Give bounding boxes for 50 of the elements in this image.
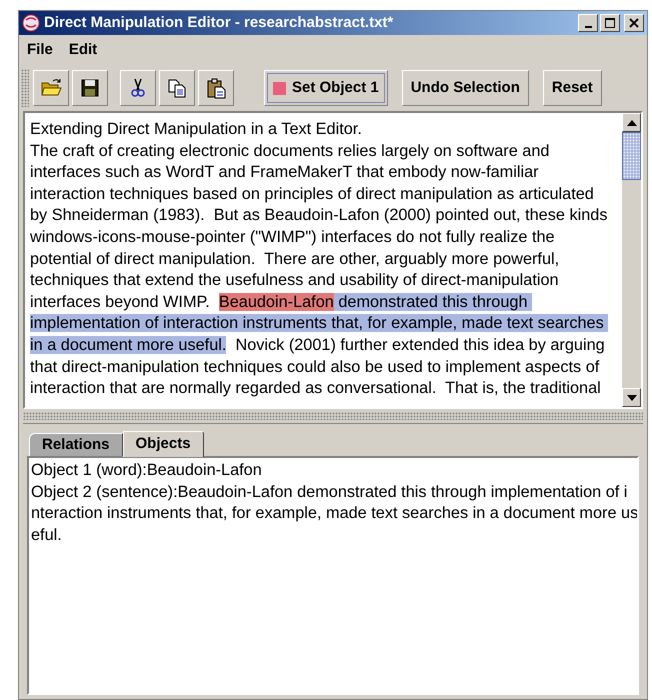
- selected-sentence: in a document more useful.: [30, 336, 226, 354]
- maximize-button[interactable]: [600, 14, 620, 32]
- selected-sentence: demonstrated this through: [334, 292, 532, 311]
- copy-button[interactable]: [159, 70, 195, 106]
- selected-sentence: implementation of interaction instruments that, for example, made text searches: [30, 314, 608, 332]
- clipboard-icon: [205, 77, 227, 99]
- selected-word: Beaudoin-Lafon: [218, 292, 334, 311]
- tab[interactable]: Relations: [29, 433, 123, 456]
- scroll-down-button[interactable]: [622, 388, 641, 407]
- folder-button[interactable]: [33, 70, 69, 106]
- editor-text: interaction that are normally regarded as conversational. That is, the traditional: [30, 379, 601, 398]
- menu-item[interactable]: Edit: [62, 38, 104, 62]
- object-entry-text: Object 1 (word):Beaudoin-Lafon: [31, 460, 262, 481]
- maximize-icon: [605, 18, 615, 28]
- editor-text: interaction techniques based on principles of direct manipulation as articulated: [30, 184, 594, 203]
- editor-text: interfaces beyond WIMP.: [30, 292, 211, 311]
- copy-icon: [166, 77, 188, 99]
- toolbar-button[interactable]: Reset: [542, 70, 602, 106]
- editor-text: The craft of creating electronic documents relies largely on software and: [30, 142, 550, 160]
- clipboard-button[interactable]: [198, 70, 234, 106]
- scroll-bar[interactable]: [622, 113, 641, 407]
- editor-text: potential of direct manipulation. There are other, arguably more powerful,: [30, 250, 560, 268]
- floppy-button[interactable]: [72, 70, 108, 106]
- floppy-icon: [79, 77, 101, 99]
- editor-text: Novick (2001) further extended this idea by arguing: [234, 336, 605, 354]
- toolbar-grip: [21, 69, 29, 107]
- app-icon: [22, 14, 40, 32]
- window-title: Direct Manipulation Editor - researchabstract.txt*: [44, 12, 394, 33]
- minimize-icon: [584, 26, 592, 28]
- down-arrow-icon: [626, 394, 636, 400]
- scroll-thumb[interactable]: [622, 132, 641, 180]
- text-editor[interactable]: [25, 113, 622, 407]
- object-entry-text: eful.: [31, 524, 62, 546]
- editor-text: by Shneiderman (1983). But as Beaudoin-Lafon (2000) pointed out, these kinds: [30, 206, 608, 224]
- tab[interactable]: Objects: [122, 431, 204, 457]
- toolbar-button[interactable]: Undo Selection: [402, 70, 529, 106]
- object-entry-text: Object 2 (sentence):Beaudoin-Lafon demonstrated this through implementation of i: [31, 482, 628, 503]
- minimize-button[interactable]: [578, 14, 598, 32]
- editor-text: windows-icons-mouse-pointer ("WIMP") interfaces do not fully realize the: [30, 228, 555, 246]
- scissors-button[interactable]: [120, 70, 156, 106]
- close-icon: [629, 18, 639, 28]
- up-arrow-icon: [626, 120, 636, 126]
- toolbar-button[interactable]: Set Object 1: [264, 70, 388, 106]
- editor-text: interfaces such as WordT and FrameMakerT that embody now-familiar: [30, 163, 539, 182]
- editor-text: that direct-manipulation techniques could also be used to implement aspects of: [30, 358, 600, 376]
- editor-text: Extending Direct Manipulation in a Text Editor.: [30, 120, 362, 138]
- scroll-up-button[interactable]: [622, 113, 641, 132]
- close-button[interactable]: [624, 14, 644, 32]
- editor-text: techniques that extend the usefulness and usability of direct-manipulation: [30, 271, 559, 290]
- menu-item[interactable]: File: [21, 38, 59, 62]
